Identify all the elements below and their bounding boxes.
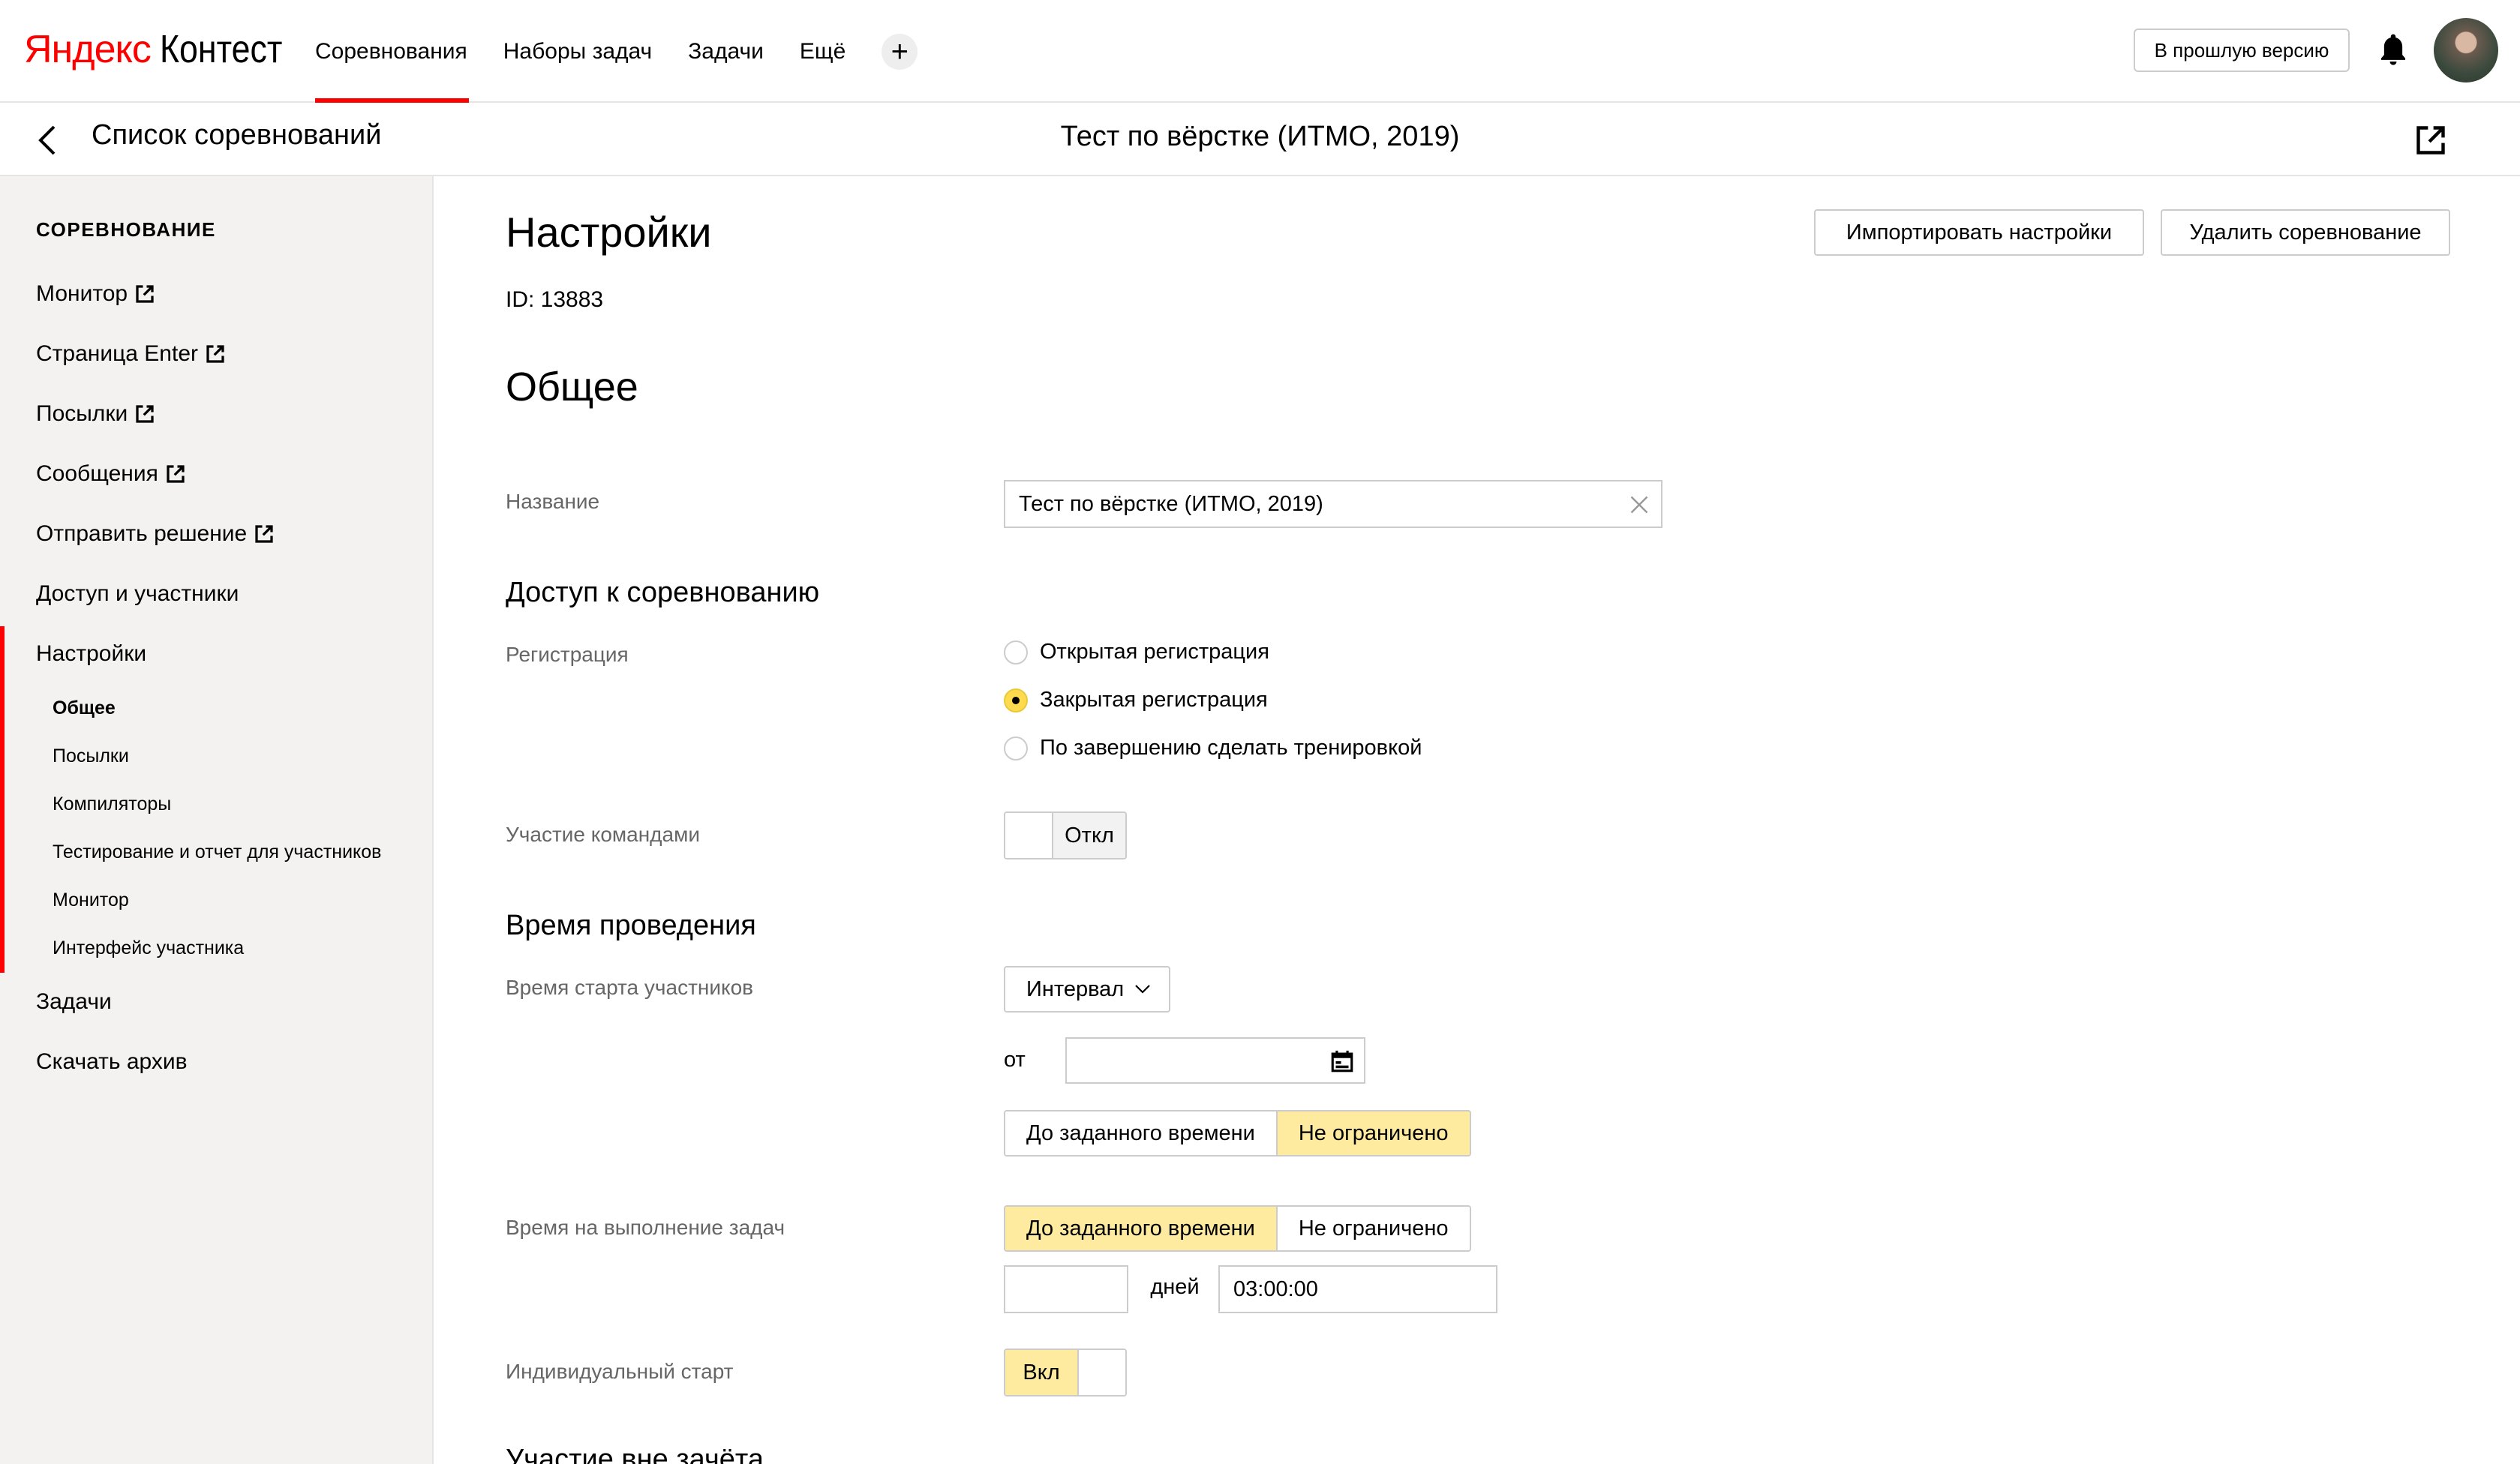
start-limit-segmented: До заданного времени Не ограничено <box>1004 1110 1471 1156</box>
calendar-icon[interactable] <box>1329 1048 1355 1074</box>
sidebar-sub-monitor[interactable]: Монитор <box>53 890 129 911</box>
sidebar-item-label: Скачать архив <box>36 1049 188 1074</box>
seg-unlimited[interactable]: Не ограничено <box>1275 1207 1470 1250</box>
sidebar-heading: СОРЕВНОВАНИЕ <box>36 218 216 241</box>
logo-product: Контест <box>159 28 283 71</box>
sidebar-sub-submissions[interactable]: Посылки <box>53 746 129 767</box>
main-content: Настройки ID: 13883 Импортировать настро… <box>435 176 2520 1464</box>
sidebar-item-monitor[interactable]: Монитор <box>36 281 156 307</box>
logo[interactable]: Яндекс Контест <box>24 27 302 72</box>
days-label: дней <box>1150 1275 1200 1299</box>
clear-icon[interactable] <box>1628 494 1650 516</box>
external-link-icon <box>167 465 185 483</box>
sidebar-item-submit[interactable]: Отправить решение <box>36 521 275 547</box>
sidebar-item-label: Доступ и участники <box>36 581 239 606</box>
sidebar-item-label: Посылки <box>36 401 128 426</box>
avatar[interactable] <box>2434 18 2498 82</box>
logo-brand: Яндекс <box>24 28 152 71</box>
external-link-icon <box>255 525 273 543</box>
individual-start-toggle[interactable]: Вкл <box>1004 1348 1127 1396</box>
start-time-select[interactable]: Интервал <box>1004 966 1171 1012</box>
individual-start-label: Индивидуальный старт <box>506 1360 734 1383</box>
sidebar-item-label: Сообщения <box>36 461 158 486</box>
radio-button[interactable] <box>1004 736 1028 760</box>
duration-segmented: До заданного времени Не ограничено <box>1004 1205 1471 1252</box>
contest-id: ID: 13883 <box>506 287 604 312</box>
toggle-label: Вкл <box>1005 1350 1079 1395</box>
from-label: от <box>1004 1048 1026 1072</box>
sidebar-item-messages[interactable]: Сообщения <box>36 461 187 487</box>
sidebar-item-label: Отправить решение <box>36 521 248 546</box>
teams-label: Участие командами <box>506 823 700 846</box>
radio-label: По завершению сделать тренировкой <box>1040 736 1422 760</box>
nav-more[interactable]: Ещё <box>800 0 846 103</box>
top-nav: Соревнования Наборы задач Задачи Ещё + <box>314 0 918 103</box>
sidebar-item-enter-page[interactable]: Страница Enter <box>36 341 227 367</box>
select-value: Интервал <box>1026 976 1125 1001</box>
sidebar-sub-general[interactable]: Общее <box>53 698 116 719</box>
old-version-button[interactable]: В прошлую версию <box>2134 28 2350 72</box>
sidebar-item-problems[interactable]: Задачи <box>36 989 112 1015</box>
page-title: Настройки <box>506 208 712 256</box>
radio-open-registration[interactable]: Открытая регистрация <box>1004 640 1269 664</box>
time-value: 03:00:00 <box>1233 1276 1318 1301</box>
back-link[interactable]: Список соревнований <box>92 119 381 152</box>
sidebar: СОРЕВНОВАНИЕ Монитор Страница Enter Посы… <box>0 176 434 1464</box>
sidebar-item-submissions[interactable]: Посылки <box>36 401 156 427</box>
active-section-indicator <box>0 626 5 973</box>
sub-header: Тест по вёрстке (ИТМО, 2019) Список соре… <box>0 103 2520 176</box>
external-link-icon <box>136 405 154 423</box>
sidebar-item-settings[interactable]: Настройки <box>36 641 146 667</box>
radio-label: Закрытая регистрация <box>1040 688 1268 712</box>
section-access: Доступ к соревнованию <box>506 577 820 608</box>
toggle-knob <box>1079 1350 1125 1395</box>
import-settings-button[interactable]: Импортировать настройки <box>1814 209 2144 256</box>
sidebar-item-download[interactable]: Скачать архив <box>36 1049 188 1075</box>
sidebar-item-access[interactable]: Доступ и участники <box>36 581 239 607</box>
seg-until-time[interactable]: До заданного времени <box>1005 1112 1276 1155</box>
sidebar-sub-interface[interactable]: Интерфейс участника <box>53 938 244 959</box>
chevron-down-icon <box>1135 985 1150 994</box>
start-time-label: Время старта участников <box>506 976 754 999</box>
section-general: Общее <box>506 364 638 410</box>
section-off-competition: Участие вне зачёта <box>506 1444 764 1464</box>
delete-contest-button[interactable]: Удалить соревнование <box>2161 209 2450 256</box>
external-link-icon <box>136 285 154 303</box>
time-input[interactable]: 03:00:00 <box>1218 1265 1497 1313</box>
radio-label: Открытая регистрация <box>1040 640 1269 664</box>
name-value: Тест по вёрстке (ИТМО, 2019) <box>1019 491 1323 516</box>
seg-unlimited[interactable]: Не ограничено <box>1275 1112 1470 1155</box>
days-input[interactable] <box>1004 1265 1128 1313</box>
teams-toggle[interactable]: Откл <box>1004 812 1127 860</box>
sidebar-item-label: Монитор <box>36 281 128 306</box>
sidebar-sub-testing[interactable]: Тестирование и отчет для участников <box>53 842 381 863</box>
name-label: Название <box>506 490 600 513</box>
external-link-icon <box>206 345 224 363</box>
registration-label: Регистрация <box>506 643 629 666</box>
nav-competitions[interactable]: Соревнования <box>297 0 469 103</box>
sidebar-sub-compilers[interactable]: Компиляторы <box>53 794 171 815</box>
nav-problem-sets[interactable]: Наборы задач <box>503 0 652 103</box>
nav-problems[interactable]: Задачи <box>688 0 764 103</box>
sidebar-item-label: Настройки <box>36 641 147 666</box>
from-date-input[interactable] <box>1065 1037 1365 1084</box>
seg-until-time[interactable]: До заданного времени <box>1005 1207 1276 1250</box>
bell-icon[interactable] <box>2377 32 2410 69</box>
sidebar-item-label: Страница Enter <box>36 341 199 366</box>
duration-label: Время на выполнение задач <box>506 1216 785 1239</box>
back-arrow-icon[interactable] <box>33 124 63 157</box>
section-time: Время проведения <box>506 910 756 941</box>
top-header: Яндекс Контест Соревнования Наборы задач… <box>0 0 2520 103</box>
toggle-label: Откл <box>1052 813 1125 858</box>
toggle-knob <box>1005 813 1052 858</box>
name-input[interactable]: Тест по вёрстке (ИТМО, 2019) <box>1004 480 1662 528</box>
external-link-icon[interactable] <box>2414 124 2447 157</box>
radio-button[interactable] <box>1004 688 1028 712</box>
radio-closed-registration[interactable]: Закрытая регистрация <box>1004 688 1268 712</box>
plus-icon[interactable]: + <box>882 33 918 70</box>
radio-training-after[interactable]: По завершению сделать тренировкой <box>1004 736 1422 760</box>
sidebar-item-label: Задачи <box>36 989 112 1014</box>
radio-button[interactable] <box>1004 640 1028 664</box>
